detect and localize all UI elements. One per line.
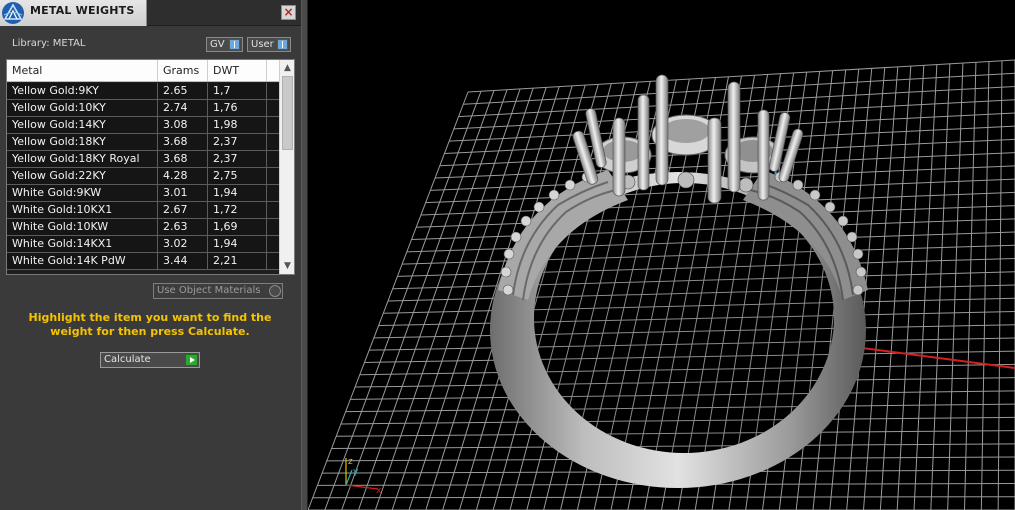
metal-cell: Yellow Gold:18KY bbox=[7, 134, 158, 150]
use-object-materials-label: Use Object Materials bbox=[157, 285, 261, 296]
ring-model bbox=[490, 74, 868, 488]
table-row[interactable]: Yellow Gold:9KY 2.65 1,7 bbox=[7, 83, 279, 100]
gv-toggle[interactable]: GV bbox=[206, 37, 243, 52]
dwt-cell: 1,94 bbox=[208, 236, 267, 252]
extra-cell bbox=[267, 117, 279, 133]
extra-cell bbox=[267, 151, 279, 167]
play-arrow-icon bbox=[185, 354, 198, 366]
table-row[interactable]: Yellow Gold:18KY 3.68 2,37 bbox=[7, 134, 279, 151]
3d-viewport[interactable]: z y x bbox=[308, 0, 1015, 510]
metal-cell: Yellow Gold:14KY bbox=[7, 117, 158, 133]
grams-cell: 2.67 bbox=[158, 202, 208, 218]
user-toggle[interactable]: User bbox=[247, 37, 291, 52]
info-icon bbox=[229, 39, 240, 50]
column-header-grams[interactable]: Grams bbox=[158, 60, 208, 82]
column-header-extra bbox=[267, 60, 279, 82]
extra-cell bbox=[267, 83, 279, 99]
axis-y-label: y bbox=[353, 467, 359, 477]
extra-cell bbox=[267, 168, 279, 184]
table-row[interactable]: Yellow Gold:10KY 2.74 1,76 bbox=[7, 100, 279, 117]
info-icon bbox=[277, 39, 288, 50]
panel-splitter[interactable] bbox=[301, 0, 308, 510]
table-row[interactable]: White Gold:14K PdW 3.44 2,21 bbox=[7, 253, 279, 270]
dwt-cell: 1,7 bbox=[208, 83, 267, 99]
dwt-cell: 2,75 bbox=[208, 168, 267, 184]
extra-cell bbox=[267, 134, 279, 150]
dwt-cell: 1,76 bbox=[208, 100, 267, 116]
close-button[interactable]: × bbox=[281, 5, 296, 20]
table-row[interactable]: White Gold:9KW 3.01 1,94 bbox=[7, 185, 279, 202]
grams-cell: 3.68 bbox=[158, 134, 208, 150]
calculate-label: Calculate bbox=[104, 354, 151, 365]
panel-title: METAL WEIGHTS bbox=[30, 4, 135, 17]
calculate-button[interactable]: Calculate bbox=[100, 352, 200, 368]
column-header-metal[interactable]: Metal bbox=[7, 60, 158, 82]
axis-gizmo: z y x bbox=[345, 457, 382, 496]
metal-cell: Yellow Gold:9KY bbox=[7, 83, 158, 99]
metal-cell: Yellow Gold:22KY bbox=[7, 168, 158, 184]
table-row[interactable]: Yellow Gold:22KY 4.28 2,75 bbox=[7, 168, 279, 185]
instruction-text: Highlight the item you want to find the … bbox=[28, 311, 272, 338]
app-logo-icon bbox=[2, 2, 24, 24]
dwt-cell: 1,98 bbox=[208, 117, 267, 133]
table-row[interactable]: White Gold:14KX1 3.02 1,94 bbox=[7, 236, 279, 253]
grams-cell: 3.01 bbox=[158, 185, 208, 201]
table-row[interactable]: White Gold:10KW 2.63 1,69 bbox=[7, 219, 279, 236]
dwt-cell: 2,21 bbox=[208, 253, 267, 269]
use-object-materials-toggle[interactable]: Use Object Materials bbox=[153, 283, 283, 299]
extra-cell bbox=[267, 100, 279, 116]
dwt-cell: 2,37 bbox=[208, 151, 267, 167]
metal-weights-panel: METAL WEIGHTS × Library: METAL GV User M… bbox=[0, 0, 301, 510]
table-row[interactable]: Yellow Gold:14KY 3.08 1,98 bbox=[7, 117, 279, 134]
title-tab[interactable]: METAL WEIGHTS bbox=[0, 0, 147, 26]
grams-cell: 4.28 bbox=[158, 168, 208, 184]
grams-cell: 2.74 bbox=[158, 100, 208, 116]
axis-z-label: z bbox=[348, 457, 353, 467]
metal-cell: Yellow Gold:10KY bbox=[7, 100, 158, 116]
grams-cell: 3.44 bbox=[158, 253, 208, 269]
extra-cell bbox=[267, 202, 279, 218]
grams-cell: 2.65 bbox=[158, 83, 208, 99]
dwt-cell: 1,69 bbox=[208, 219, 267, 235]
scroll-thumb[interactable] bbox=[282, 76, 293, 150]
extra-cell bbox=[267, 185, 279, 201]
table-body: Yellow Gold:9KY 2.65 1,7 Yellow Gold:10KY 2.… bbox=[7, 83, 279, 270]
panel-titlebar: METAL WEIGHTS × bbox=[0, 0, 301, 26]
grams-cell: 2.63 bbox=[158, 219, 208, 235]
metal-cell: White Gold:10KX1 bbox=[7, 202, 158, 218]
metal-cell: White Gold:9KW bbox=[7, 185, 158, 201]
grams-cell: 3.08 bbox=[158, 117, 208, 133]
column-header-dwt[interactable]: DWT bbox=[208, 60, 267, 82]
grams-cell: 3.02 bbox=[158, 236, 208, 252]
metal-cell: White Gold:14KX1 bbox=[7, 236, 158, 252]
table-row[interactable]: White Gold:10KX1 2.67 1,72 bbox=[7, 202, 279, 219]
user-toggle-label: User bbox=[251, 39, 274, 50]
scroll-up-icon[interactable]: ▲ bbox=[280, 61, 294, 75]
table-row[interactable]: Yellow Gold:18KY Royal 3.68 2,37 bbox=[7, 151, 279, 168]
metal-cell: White Gold:10KW bbox=[7, 219, 158, 235]
viewport-canvas: z y x bbox=[308, 59, 1015, 510]
grams-cell: 3.68 bbox=[158, 151, 208, 167]
table-scrollbar[interactable]: ▲ ▼ bbox=[279, 60, 294, 274]
radio-icon bbox=[269, 285, 281, 297]
dwt-cell: 2,37 bbox=[208, 134, 267, 150]
dwt-cell: 1,94 bbox=[208, 185, 267, 201]
gv-toggle-label: GV bbox=[210, 39, 225, 50]
extra-cell bbox=[267, 219, 279, 235]
extra-cell bbox=[267, 253, 279, 269]
axis-x-label: x bbox=[376, 486, 382, 496]
metal-cell: White Gold:14K PdW bbox=[7, 253, 158, 269]
table-header: Metal Grams DWT bbox=[7, 60, 279, 82]
metal-table: Metal Grams DWT Yellow Gold:9KY 2.65 1,7 Ye… bbox=[6, 59, 295, 275]
extra-cell bbox=[267, 236, 279, 252]
scroll-down-icon[interactable]: ▼ bbox=[280, 259, 294, 273]
library-label: Library: METAL bbox=[12, 38, 86, 49]
dwt-cell: 1,72 bbox=[208, 202, 267, 218]
metal-cell: Yellow Gold:18KY Royal bbox=[7, 151, 158, 167]
